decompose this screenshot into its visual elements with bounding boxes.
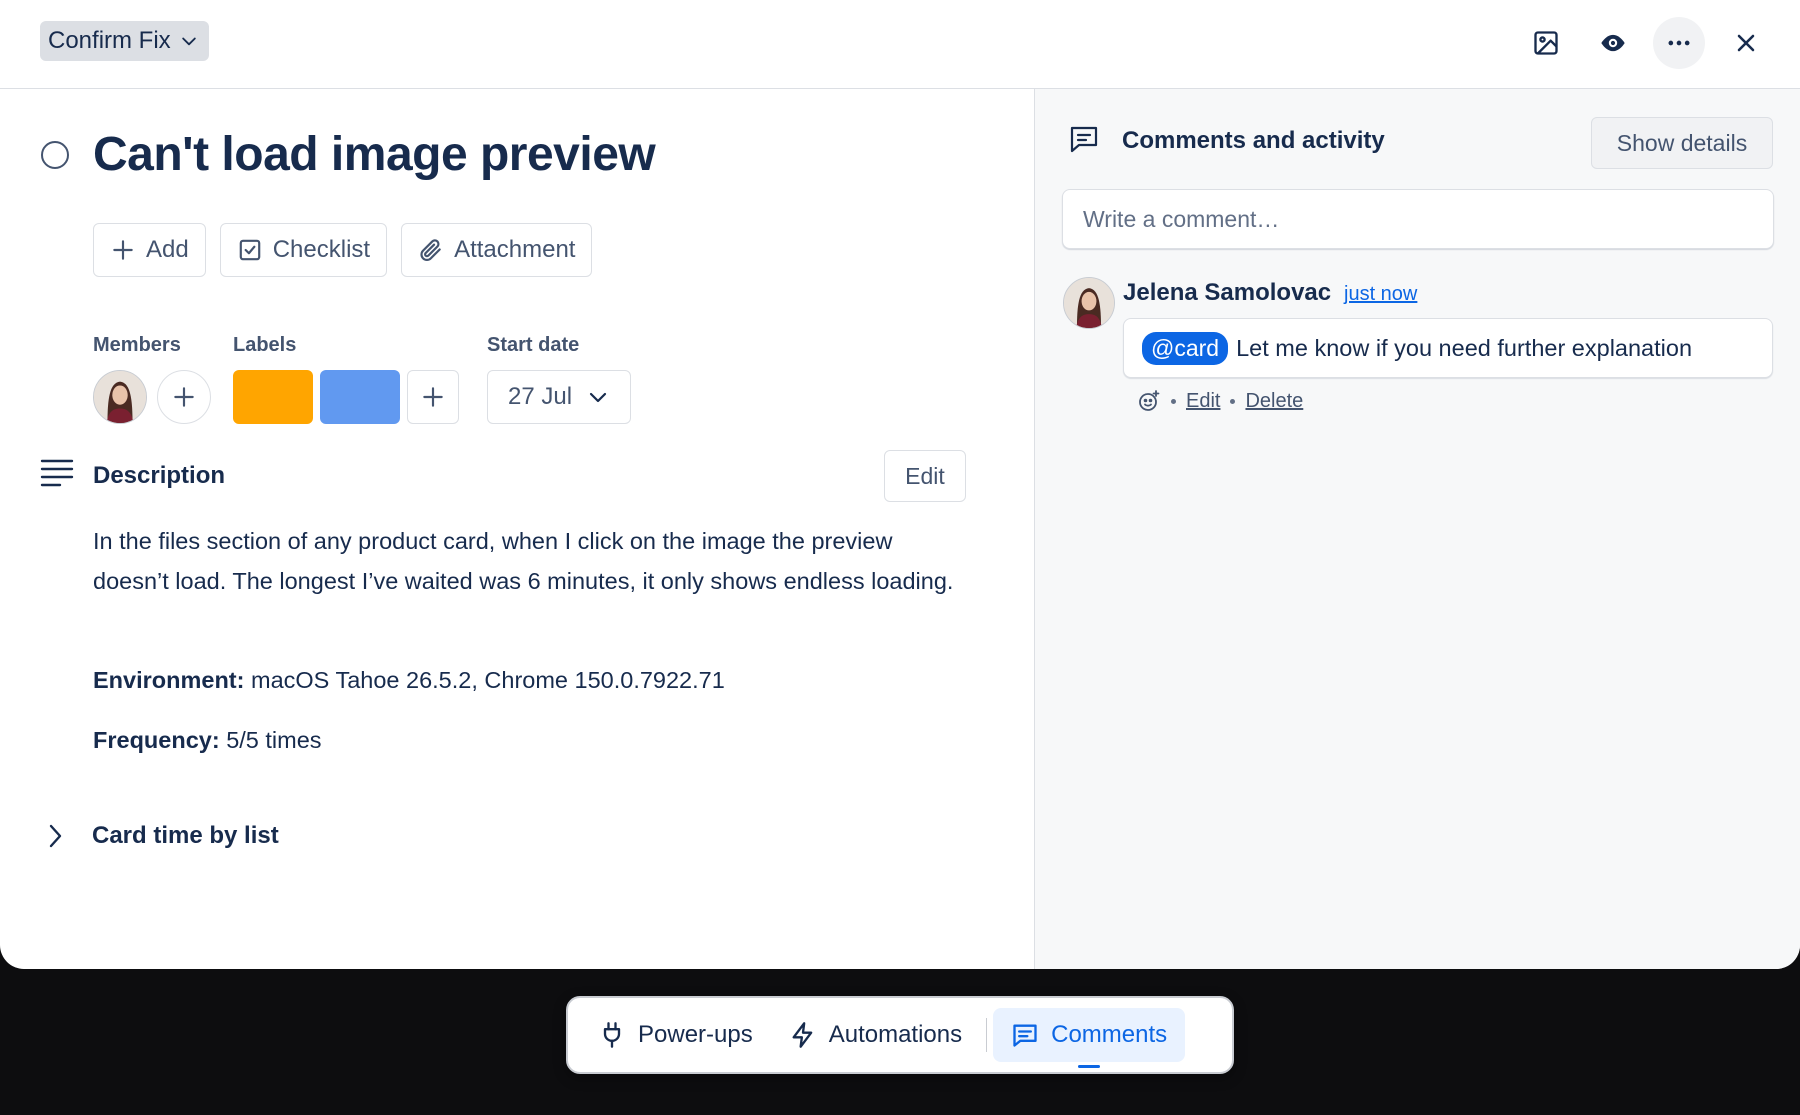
power-ups-label: Power-ups <box>638 1021 753 1048</box>
chevron-down-icon <box>181 37 196 46</box>
avatar[interactable] <box>1063 277 1115 329</box>
plus-icon <box>174 387 194 407</box>
comments-tab-label: Comments <box>1051 1021 1168 1048</box>
add-reaction-icon[interactable] <box>1137 389 1161 413</box>
complete-toggle[interactable] <box>41 141 69 169</box>
eye-icon <box>1601 34 1625 52</box>
description-text: In the files section of any product card… <box>93 528 954 594</box>
members-group <box>93 370 211 424</box>
automations-label: Automations <box>828 1021 963 1048</box>
start-date-value: 27 Jul <box>508 383 573 410</box>
comments-panel: Comments and activity Show details Jelen… <box>1034 89 1800 969</box>
comment-timestamp[interactable]: just now <box>1344 283 1417 306</box>
card-action-row: Add Checklist Attachment <box>93 223 593 277</box>
card-header: Confirm Fix <box>0 0 1800 89</box>
start-date-label: Start date <box>487 334 580 356</box>
dock-separator <box>986 1018 988 1052</box>
description-heading: Description <box>93 462 226 489</box>
automations-button[interactable]: Automations <box>771 1008 980 1062</box>
plus-icon <box>113 240 133 260</box>
comment-icon <box>1070 126 1098 153</box>
bottom-dock: Power-ups Automations Comments <box>566 996 1234 1074</box>
plug-icon <box>603 1022 621 1048</box>
cover-image-button[interactable] <box>1520 17 1572 69</box>
close-icon <box>1737 34 1755 52</box>
separator-dot <box>1171 398 1176 404</box>
add-button[interactable]: Add <box>93 223 206 277</box>
environment-label: Environment: <box>93 667 245 693</box>
checklist-button-label: Checklist <box>272 236 371 263</box>
add-button-label: Add <box>146 236 189 263</box>
power-ups-button[interactable]: Power-ups <box>580 1008 771 1062</box>
checkbox-icon <box>239 239 260 261</box>
chevron-down-icon <box>589 392 607 403</box>
card-main: Can't load image preview Add Checklist A… <box>0 89 1034 969</box>
attachment-button-label: Attachment <box>454 236 576 263</box>
environment-line: Environment: macOS Tahoe 26.5.2, Chrome … <box>93 667 725 694</box>
add-label-button[interactable] <box>407 370 459 424</box>
labels-label: Labels <box>233 334 297 356</box>
card-time-by-list-toggle[interactable]: Card time by list <box>44 822 279 850</box>
list-name: Confirm Fix <box>48 27 171 54</box>
comments-title: Comments and activity <box>1122 127 1385 154</box>
checklist-button[interactable]: Checklist <box>219 223 388 277</box>
paperclip-icon <box>420 239 441 261</box>
start-date-button[interactable]: 27 Jul <box>487 370 632 424</box>
card-time-by-list-label: Card time by list <box>92 822 279 849</box>
show-details-button[interactable]: Show details <box>1591 117 1773 169</box>
card-title[interactable]: Can't load image preview <box>93 127 656 182</box>
edit-description-button[interactable]: Edit <box>884 450 966 502</box>
labels-group <box>233 370 459 424</box>
description-icon <box>40 459 74 487</box>
comment-edit-link[interactable]: Edit <box>1186 390 1220 413</box>
comment-delete-link[interactable]: Delete <box>1245 390 1303 413</box>
more-actions-button[interactable] <box>1653 17 1705 69</box>
plus-icon <box>423 387 443 407</box>
separator-dot <box>1230 398 1236 404</box>
avatar[interactable] <box>93 370 147 424</box>
more-icon <box>1668 40 1690 46</box>
members-label: Members <box>93 334 181 356</box>
watch-button[interactable] <box>1587 17 1639 69</box>
comment-author: Jelena Samolovac <box>1123 279 1332 306</box>
label-orange[interactable] <box>233 370 313 424</box>
comment-text: Let me know if you need further explanat… <box>1236 334 1693 361</box>
comment-author-avatar-image <box>1064 278 1114 328</box>
frequency-label: Frequency: <box>93 727 220 753</box>
comments-tab-button[interactable]: Comments <box>993 1008 1186 1062</box>
attachment-button[interactable]: Attachment <box>401 223 593 277</box>
frequency-value: 5/5 times <box>219 727 322 753</box>
close-button[interactable] <box>1720 17 1772 69</box>
member-avatar-image <box>94 371 146 423</box>
comment-bubble: @card Let me know if you need further ex… <box>1123 318 1773 378</box>
card-modal: Confirm Fix Can't load image preview Add <box>0 0 1800 969</box>
comment-actions: Edit Delete <box>1137 389 1303 413</box>
image-icon <box>1534 31 1558 55</box>
label-blue[interactable] <box>320 370 400 424</box>
chevron-right-icon <box>49 824 62 848</box>
environment-value: macOS Tahoe 26.5.2, Chrome 150.0.7922.71 <box>244 667 725 693</box>
list-selector[interactable]: Confirm Fix <box>40 21 209 61</box>
lightning-icon <box>792 1022 813 1048</box>
add-member-button[interactable] <box>157 370 211 424</box>
mention-chip[interactable]: @card <box>1142 331 1229 365</box>
comment-input[interactable] <box>1062 189 1774 249</box>
comment-icon <box>1013 1024 1037 1047</box>
frequency-line: Frequency: 5/5 times <box>93 727 322 754</box>
